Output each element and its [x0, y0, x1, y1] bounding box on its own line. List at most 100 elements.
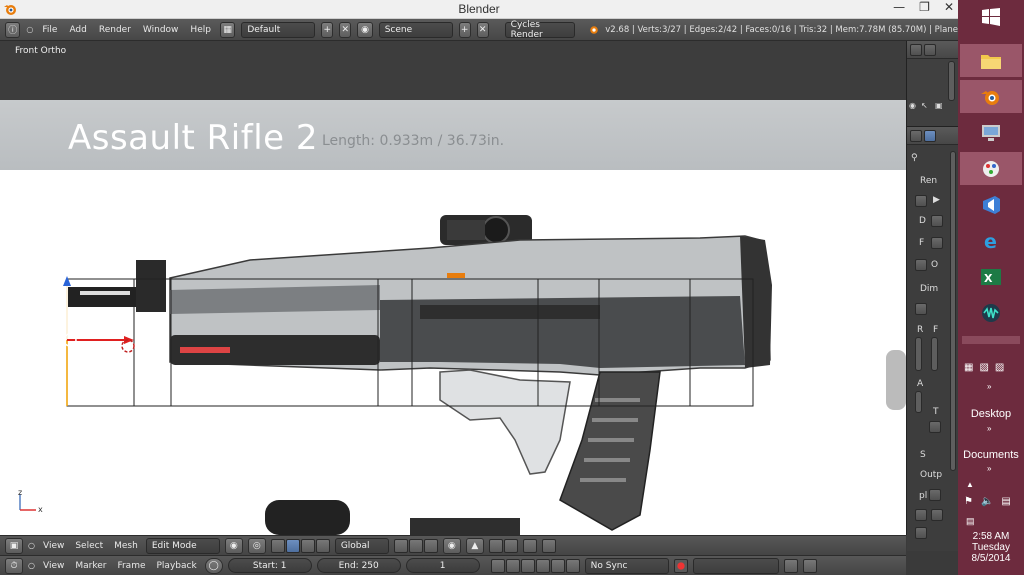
collapse-menu-icon[interactable]: ○	[26, 25, 33, 34]
vertex-select-icon[interactable]	[393, 538, 408, 553]
network-share-icon[interactable]: ▦	[964, 362, 973, 373]
orientation-dropdown[interactable]: Global	[334, 537, 389, 554]
taskbar-monitor-app[interactable]	[960, 116, 1022, 149]
documents-quick-icon[interactable]: ▧	[979, 362, 988, 373]
jump-start-icon[interactable]	[490, 558, 505, 573]
record-icon[interactable]	[673, 558, 688, 573]
outliner-area[interactable]: ◉ ↖ ▣	[907, 59, 958, 127]
collapse-menu-icon-2[interactable]: ○	[28, 541, 35, 550]
camera-icon[interactable]: ▣	[935, 101, 943, 110]
folder-icon[interactable]	[929, 489, 941, 501]
preview-range-icon[interactable]: ◯	[204, 557, 223, 574]
3d-viewport[interactable]: Front Ortho Assault Rifle 2 Length: 0.93…	[0, 41, 906, 535]
end-frame-field[interactable]: End: 250	[316, 558, 401, 573]
editor-type-info-icon[interactable]: ⓘ	[5, 21, 21, 38]
chevron-down-icon-2[interactable]: »	[987, 424, 991, 433]
cursor-select-icon[interactable]: ↖	[921, 101, 928, 110]
volume-icon[interactable]: 🔈	[981, 496, 993, 507]
render-image-icon[interactable]	[915, 195, 927, 207]
add-scene-icon[interactable]: +	[458, 21, 471, 38]
frame-slider[interactable]	[931, 337, 938, 371]
menu-window[interactable]: Window	[140, 25, 182, 35]
timeline-editor-icon[interactable]: ⏱	[5, 557, 23, 574]
network-icon[interactable]: ▤	[966, 516, 975, 527]
menu-view[interactable]: View	[40, 541, 67, 551]
properties-editor-icon[interactable]	[910, 129, 922, 142]
rotate-icon[interactable]	[300, 538, 315, 553]
proportional-edit-icon[interactable]: ◉	[442, 537, 461, 554]
menu-help[interactable]: Help	[187, 25, 214, 35]
preset-icon[interactable]	[915, 303, 927, 315]
outliner-view-icon[interactable]	[924, 43, 936, 56]
current-frame-field[interactable]: 1	[405, 558, 480, 573]
outliner-scrollbar[interactable]	[948, 61, 955, 101]
d-stepper[interactable]	[931, 215, 943, 227]
f-stepper[interactable]	[931, 237, 943, 249]
delete-layout-icon[interactable]: ✕	[339, 21, 352, 38]
flag-icon[interactable]: ⚑	[964, 496, 973, 507]
overwrite-checkbox[interactable]	[915, 509, 927, 521]
restore-icon[interactable]: ❐	[919, 0, 930, 14]
snap-target-icon[interactable]	[503, 538, 518, 553]
menu-playback[interactable]: Playback	[154, 561, 200, 571]
shading-icon[interactable]: ◉	[224, 537, 243, 554]
documents-toolbar-label[interactable]: Documents	[958, 449, 1024, 461]
render-context-icon[interactable]	[924, 129, 936, 142]
render-engine-dropdown[interactable]: Cycles Render	[504, 20, 576, 40]
tab-dimensions[interactable]: Dim	[917, 281, 938, 297]
taskbar-excel[interactable]: X	[960, 260, 1022, 293]
o-checkbox[interactable]	[915, 259, 927, 271]
play-icon[interactable]	[535, 558, 550, 573]
taskbar-explorer[interactable]	[960, 44, 1022, 77]
start-frame-field[interactable]: Start: 1	[227, 558, 312, 573]
menu-frame[interactable]: Frame	[114, 561, 148, 571]
face-select-icon[interactable]	[423, 538, 438, 553]
add-layout-icon[interactable]: +	[321, 21, 334, 38]
chevron-down-icon-3[interactable]: »	[987, 464, 991, 473]
tab-render[interactable]: Ren	[917, 173, 937, 189]
menu-file[interactable]: File	[39, 25, 60, 35]
play-animation-icon[interactable]: ▶	[933, 195, 940, 205]
scene-icon[interactable]: ◉	[357, 21, 373, 38]
edge-select-icon[interactable]	[408, 538, 423, 553]
menu-marker[interactable]: Marker	[72, 561, 109, 571]
screen-layout-icon[interactable]: ▦	[219, 21, 236, 38]
insert-keyframe-icon[interactable]	[783, 558, 798, 573]
prev-keyframe-icon[interactable]	[505, 558, 520, 573]
opengl-render-icon[interactable]	[541, 538, 556, 553]
start-button[interactable]	[960, 0, 1022, 33]
extension-checkbox[interactable]	[915, 527, 927, 539]
jump-end-icon[interactable]	[565, 558, 580, 573]
collapse-menu-icon-3[interactable]: ○	[28, 561, 35, 570]
manipulator-toggle[interactable]	[270, 538, 285, 553]
chevron-down-icon[interactable]: »	[987, 382, 991, 391]
menu-render[interactable]: Render	[96, 25, 134, 35]
properties-scrollbar[interactable]	[950, 151, 956, 471]
taskbar-blender[interactable]	[960, 80, 1022, 113]
menu-add[interactable]: Add	[66, 25, 89, 35]
close-icon[interactable]: ✕	[944, 0, 954, 14]
document-icon[interactable]: ▤	[1001, 496, 1010, 507]
eye-icon[interactable]: ◉	[909, 101, 916, 110]
keying-set-field[interactable]	[692, 557, 779, 574]
placeholder-checkbox[interactable]	[931, 509, 943, 521]
scene-field[interactable]: Scene	[378, 21, 453, 38]
minimize-icon[interactable]: —	[893, 0, 905, 14]
menu-select[interactable]: Select	[72, 541, 106, 551]
time-stepper[interactable]	[929, 421, 941, 433]
mode-dropdown[interactable]: Edit Mode	[145, 537, 220, 554]
delete-keyframe-icon[interactable]	[802, 558, 817, 573]
desktop-toolbar-label[interactable]: Desktop	[958, 408, 1024, 420]
play-reverse-icon[interactable]	[520, 558, 535, 573]
snap-icon[interactable]: ▲	[465, 537, 484, 554]
pin-icon[interactable]: ⚲	[911, 153, 918, 163]
delete-scene-icon[interactable]: ✕	[476, 21, 489, 38]
render-preview-icon[interactable]	[522, 538, 537, 553]
taskbar-paint-app[interactable]	[960, 152, 1022, 185]
tab-output[interactable]: Outp	[917, 467, 942, 483]
taskbar-internet-explorer[interactable]: e	[960, 224, 1022, 257]
show-hidden-icons-arrow[interactable]: ▲	[966, 480, 974, 489]
taskbar-visual-studio[interactable]	[960, 188, 1022, 221]
next-keyframe-icon[interactable]	[550, 558, 565, 573]
aspect-slider[interactable]	[915, 391, 922, 413]
